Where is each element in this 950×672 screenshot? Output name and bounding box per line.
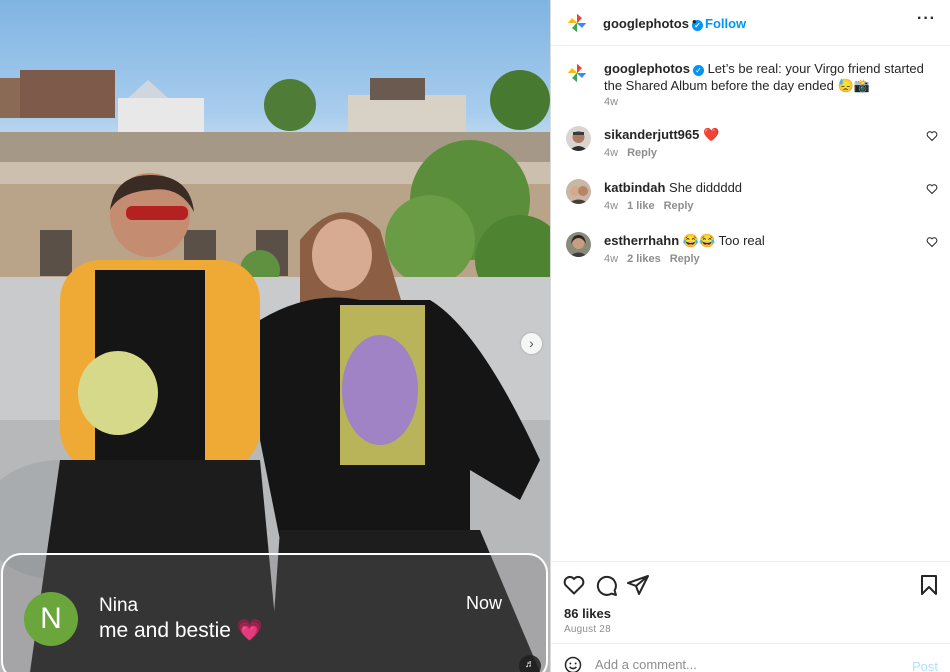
avatar[interactable]	[566, 179, 591, 204]
heart-outline-icon[interactable]	[926, 236, 938, 248]
header-username-text[interactable]: googlephotos	[603, 16, 689, 31]
comment-body: katbindah She diddddd	[604, 180, 742, 195]
comment-meta: 4w Reply	[604, 147, 657, 159]
comment-item: estherrhahn 😂😂 Too real 4w 2 likes Reply	[551, 232, 950, 276]
follow-button[interactable]: Follow	[705, 16, 746, 31]
notification-time: Now	[465, 593, 502, 613]
comment-likes[interactable]: 1 like	[627, 200, 655, 212]
heart-outline-icon[interactable]	[926, 183, 938, 195]
comment-username[interactable]: estherrhahn	[604, 233, 679, 248]
carousel-dots	[265, 668, 279, 672]
heart-emoji: 💗	[236, 619, 263, 642]
header-username[interactable]: googlephotos ✓	[603, 16, 703, 31]
comment-body: estherrhahn 😂😂 Too real	[604, 233, 765, 249]
reply-button[interactable]: Reply	[664, 200, 694, 212]
comment-age: 4w	[604, 253, 619, 265]
comment-text: 😂😂 Too real	[682, 233, 765, 248]
comment-meta: 4w 1 like Reply	[604, 200, 694, 212]
comment-text: She diddddd	[669, 180, 743, 195]
likes-count[interactable]: 86 likes	[564, 606, 611, 621]
comment-age: 4w	[604, 200, 619, 212]
post-sidebar: googlephotos ✓ • Follow ··· googlephotos ✓…	[550, 0, 950, 672]
google-photos-logo-icon[interactable]	[566, 62, 588, 84]
emoji-icon[interactable]	[564, 656, 582, 672]
heart-outline-icon[interactable]	[926, 130, 938, 142]
comment-username[interactable]: katbindah	[604, 180, 665, 195]
next-photo-button[interactable]: ›	[521, 333, 542, 354]
reply-button[interactable]: Reply	[627, 147, 657, 159]
caption-username[interactable]: googlephotos	[604, 61, 690, 76]
google-photos-logo-icon[interactable]	[566, 12, 588, 34]
more-options-button[interactable]: ···	[917, 10, 936, 28]
notification-message-text: me and bestie	[99, 619, 231, 642]
post-comment-button[interactable]: Post	[912, 659, 938, 672]
reply-button[interactable]: Reply	[670, 253, 700, 265]
post-date: August 28	[564, 624, 611, 635]
post-photo: › N Nina me and bestie 💗 Now ♬	[0, 0, 550, 672]
caption-age: 4w	[604, 96, 619, 108]
avatar[interactable]	[566, 126, 591, 151]
avatar[interactable]	[566, 232, 591, 257]
comment-input[interactable]	[595, 657, 895, 672]
header-separator: •	[692, 14, 697, 29]
notification-avatar: N	[24, 592, 78, 646]
add-comment-bar: Post	[551, 643, 950, 672]
post-header: googlephotos ✓ • Follow ···	[551, 0, 950, 46]
caption-text: googlephotos ✓ Let’s be real: your Virgo …	[604, 60, 924, 94]
comment-age: 4w	[604, 147, 619, 159]
comment-likes[interactable]: 2 likes	[627, 253, 661, 265]
comment-username[interactable]: sikanderjutt965	[604, 127, 699, 142]
verified-badge-icon: ✓	[692, 65, 704, 76]
notification-message: me and bestie 💗	[99, 619, 263, 643]
like-heart-icon[interactable]	[562, 573, 586, 597]
share-send-icon[interactable]	[626, 573, 650, 597]
speaker-icon[interactable]: ♬	[519, 655, 541, 672]
notification-sender: Nina	[99, 595, 139, 616]
comment-body: sikanderjutt965 ❤️	[604, 127, 719, 143]
heart-emoji: ❤️	[703, 127, 720, 142]
comment-item: katbindah She diddddd 4w 1 like Reply	[551, 179, 950, 223]
comment-bubble-icon[interactable]	[594, 573, 618, 597]
save-bookmark-icon[interactable]	[917, 573, 941, 597]
comment-meta: 4w 2 likes Reply	[604, 253, 700, 265]
comment-item: sikanderjutt965 ❤️ 4w Reply	[551, 126, 950, 170]
message-notification: N Nina me and bestie 💗 Now	[1, 553, 548, 672]
